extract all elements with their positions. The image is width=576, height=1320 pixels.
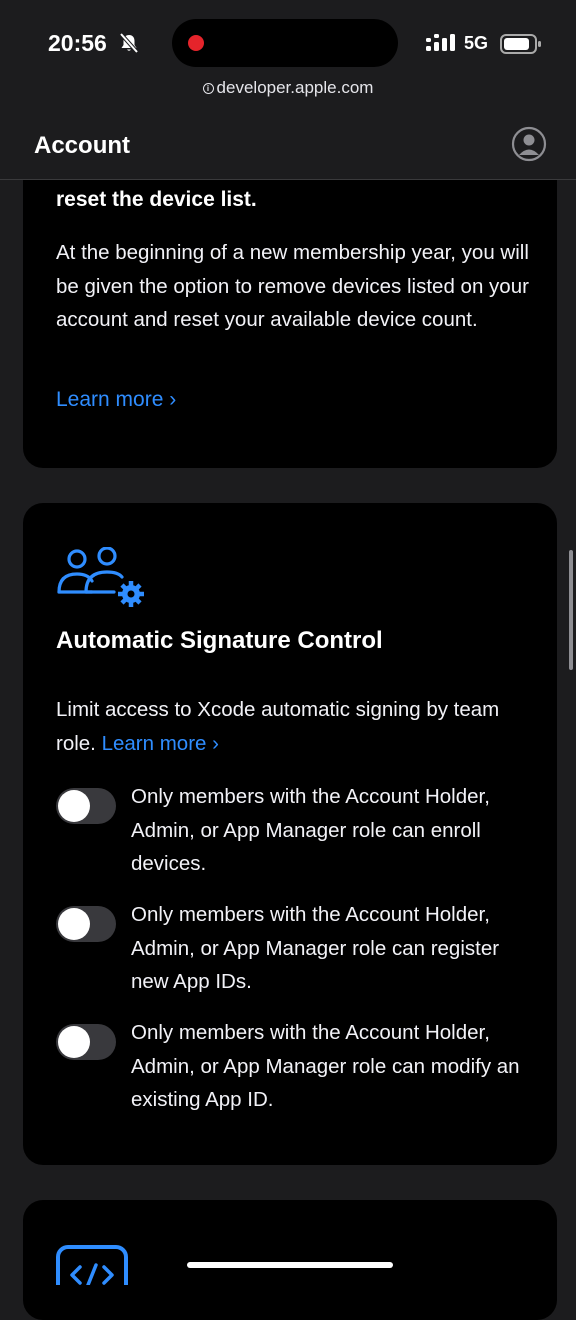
toggle-label: Only members with the Account Holder, Ad… — [131, 1021, 520, 1111]
device-reset-card: reset the device list. At the beginning … — [23, 150, 557, 468]
toggle-label: Only members with the Account Holder, Ad… — [131, 903, 500, 993]
card-heading: reset the device list. — [56, 188, 257, 211]
bell-slash-icon — [119, 32, 139, 54]
modify-app-id-toggle[interactable] — [56, 1024, 116, 1060]
network-label: 5G — [464, 33, 489, 53]
url-bar[interactable]: i developer.apple.com — [0, 78, 576, 110]
toggle-label: Only members with the Account Holder, Ad… — [131, 785, 490, 875]
battery-icon — [500, 34, 541, 54]
profile-icon[interactable] — [511, 126, 547, 162]
group-gear-icon — [57, 547, 144, 607]
code-icon — [56, 1245, 128, 1285]
toggle-knob — [58, 790, 90, 822]
scrollbar[interactable] — [569, 550, 573, 670]
signal-icon — [426, 34, 455, 51]
section-title: Automatic Signature Control — [56, 627, 383, 654]
dynamic-island — [172, 19, 398, 67]
section-description: Limit access to Xcode automatic signing … — [56, 693, 536, 760]
toggle-knob — [58, 908, 90, 940]
learn-more-link[interactable]: Learn more › — [102, 732, 219, 755]
page-title: Account — [34, 132, 130, 159]
recording-indicator — [188, 35, 204, 51]
app-header: Account — [0, 110, 576, 180]
register-app-ids-toggle[interactable] — [56, 906, 116, 942]
status-bar: 20:56 5G — [0, 0, 576, 82]
next-section-card — [23, 1200, 557, 1320]
toggle-knob — [58, 1026, 90, 1058]
home-indicator[interactable] — [187, 1262, 393, 1268]
status-time: 20:56 — [48, 30, 107, 56]
url-text: developer.apple.com — [216, 78, 374, 97]
info-icon: i — [202, 83, 214, 94]
signature-control-card: Automatic Signature Control Limit access… — [23, 503, 557, 1165]
enroll-devices-toggle[interactable] — [56, 788, 116, 824]
learn-more-link[interactable]: Learn more › — [56, 388, 176, 412]
card-body-text: At the beginning of a new membership yea… — [56, 241, 529, 331]
